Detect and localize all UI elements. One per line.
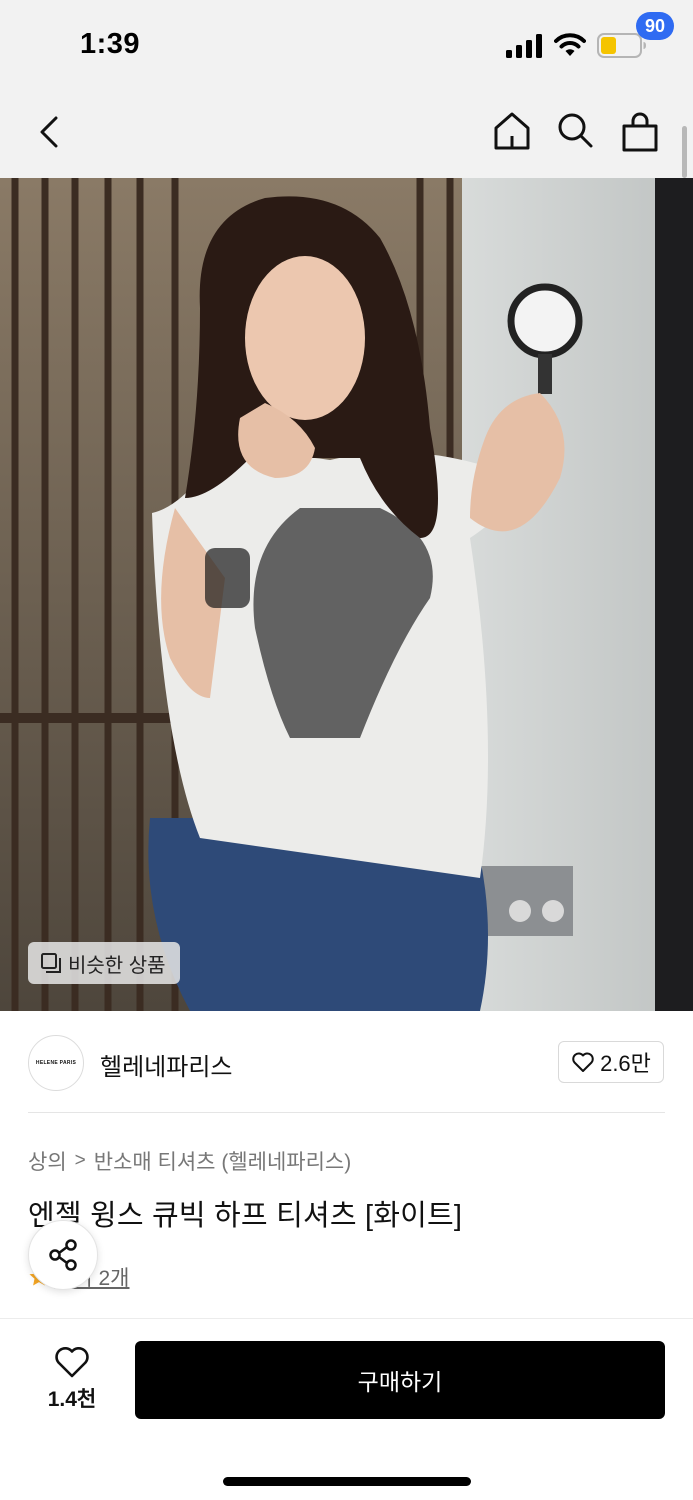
similar-items-label: 비슷한 상품	[68, 954, 166, 977]
home-indicator	[223, 1477, 471, 1486]
similar-items-button[interactable]: 비슷한 상품	[28, 942, 180, 984]
share-icon	[49, 1239, 77, 1271]
product-image[interactable]	[0, 178, 693, 1011]
heart-outline-icon	[55, 1347, 89, 1378]
battery-icon	[597, 33, 646, 58]
brand-like-button[interactable]: 2.6만	[558, 1041, 664, 1083]
brand-row: HELENE PARIS 헬레네파리스 2.6만	[0, 1011, 693, 1113]
back-icon[interactable]	[30, 112, 70, 152]
breadcrumb-category[interactable]: 상의	[28, 1146, 67, 1176]
breadcrumb: 상의 > 반소매 티셔츠 (헬레네파리스)	[28, 1146, 351, 1176]
product-title: 엔젤 윙스 큐빅 하프 티셔츠 [화이트]	[28, 1200, 463, 1232]
buy-button[interactable]: 구매하기	[135, 1341, 665, 1419]
heart-outline-icon	[572, 1052, 594, 1072]
wishlist-count: 1.4천	[47, 1388, 97, 1411]
signal-icon	[506, 34, 544, 58]
brand-like-count: 2.6만	[600, 1051, 651, 1076]
wifi-icon	[554, 33, 586, 56]
shopping-bag-icon[interactable]	[618, 110, 662, 154]
share-button[interactable]	[28, 1220, 98, 1290]
cart-count-badge: 90	[636, 12, 674, 40]
similar-items-icon	[41, 953, 61, 973]
status-time: 1:39	[80, 28, 141, 60]
home-icon[interactable]	[492, 110, 532, 152]
breadcrumb-separator: >	[74, 1150, 86, 1171]
status-bar: 1:39	[0, 0, 693, 92]
product-photo	[0, 178, 693, 1011]
wishlist-button[interactable]: 1.4천	[30, 1345, 114, 1415]
breadcrumb-subcategory[interactable]: 반소매 티셔츠 (헬레네파리스)	[94, 1146, 352, 1176]
bottom-action-bar: 1.4천 구매하기	[0, 1318, 693, 1500]
divider	[28, 1112, 665, 1113]
brand-logo[interactable]: HELENE PARIS	[28, 1035, 84, 1091]
scroll-indicator	[682, 126, 687, 178]
search-icon[interactable]	[555, 110, 595, 150]
brand-name[interactable]: 헬레네파리스	[100, 1047, 232, 1082]
navigation-bar	[0, 92, 693, 178]
